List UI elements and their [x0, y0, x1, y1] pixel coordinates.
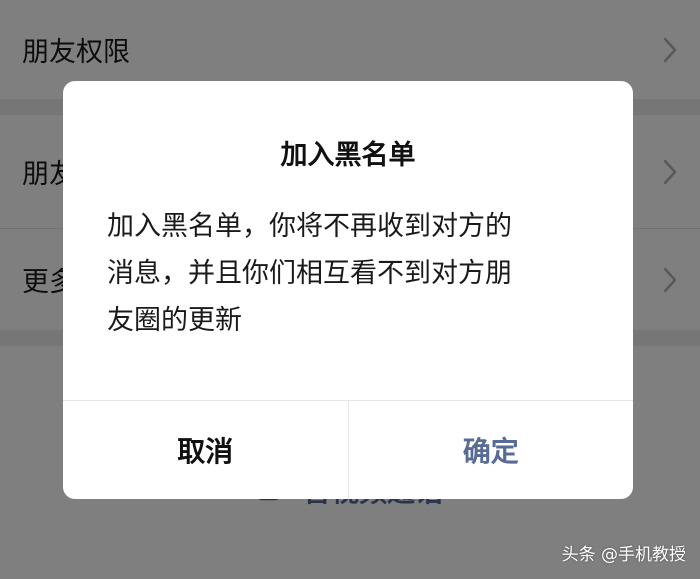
- dialog-message-line: 友圈的更新: [107, 305, 242, 336]
- dialog-message: 加入黑名单，你将不再收到对方的 消息，并且你们相互看不到对方朋 友圈的更新: [107, 203, 593, 344]
- dialog-message-line: 消息，并且你们相互看不到对方朋: [107, 258, 512, 289]
- confirm-button[interactable]: 确定: [349, 401, 634, 499]
- watermark: 头条 @手机教授: [561, 545, 686, 565]
- blacklist-dialog: 加入黑名单 加入黑名单，你将不再收到对方的 消息，并且你们相互看不到对方朋 友圈…: [63, 81, 633, 499]
- dialog-message-line: 加入黑名单，你将不再收到对方的: [107, 211, 512, 242]
- cancel-button[interactable]: 取消: [63, 401, 349, 499]
- dialog-footer: 取消 确定: [63, 400, 633, 499]
- dialog-title: 加入黑名单: [280, 140, 416, 171]
